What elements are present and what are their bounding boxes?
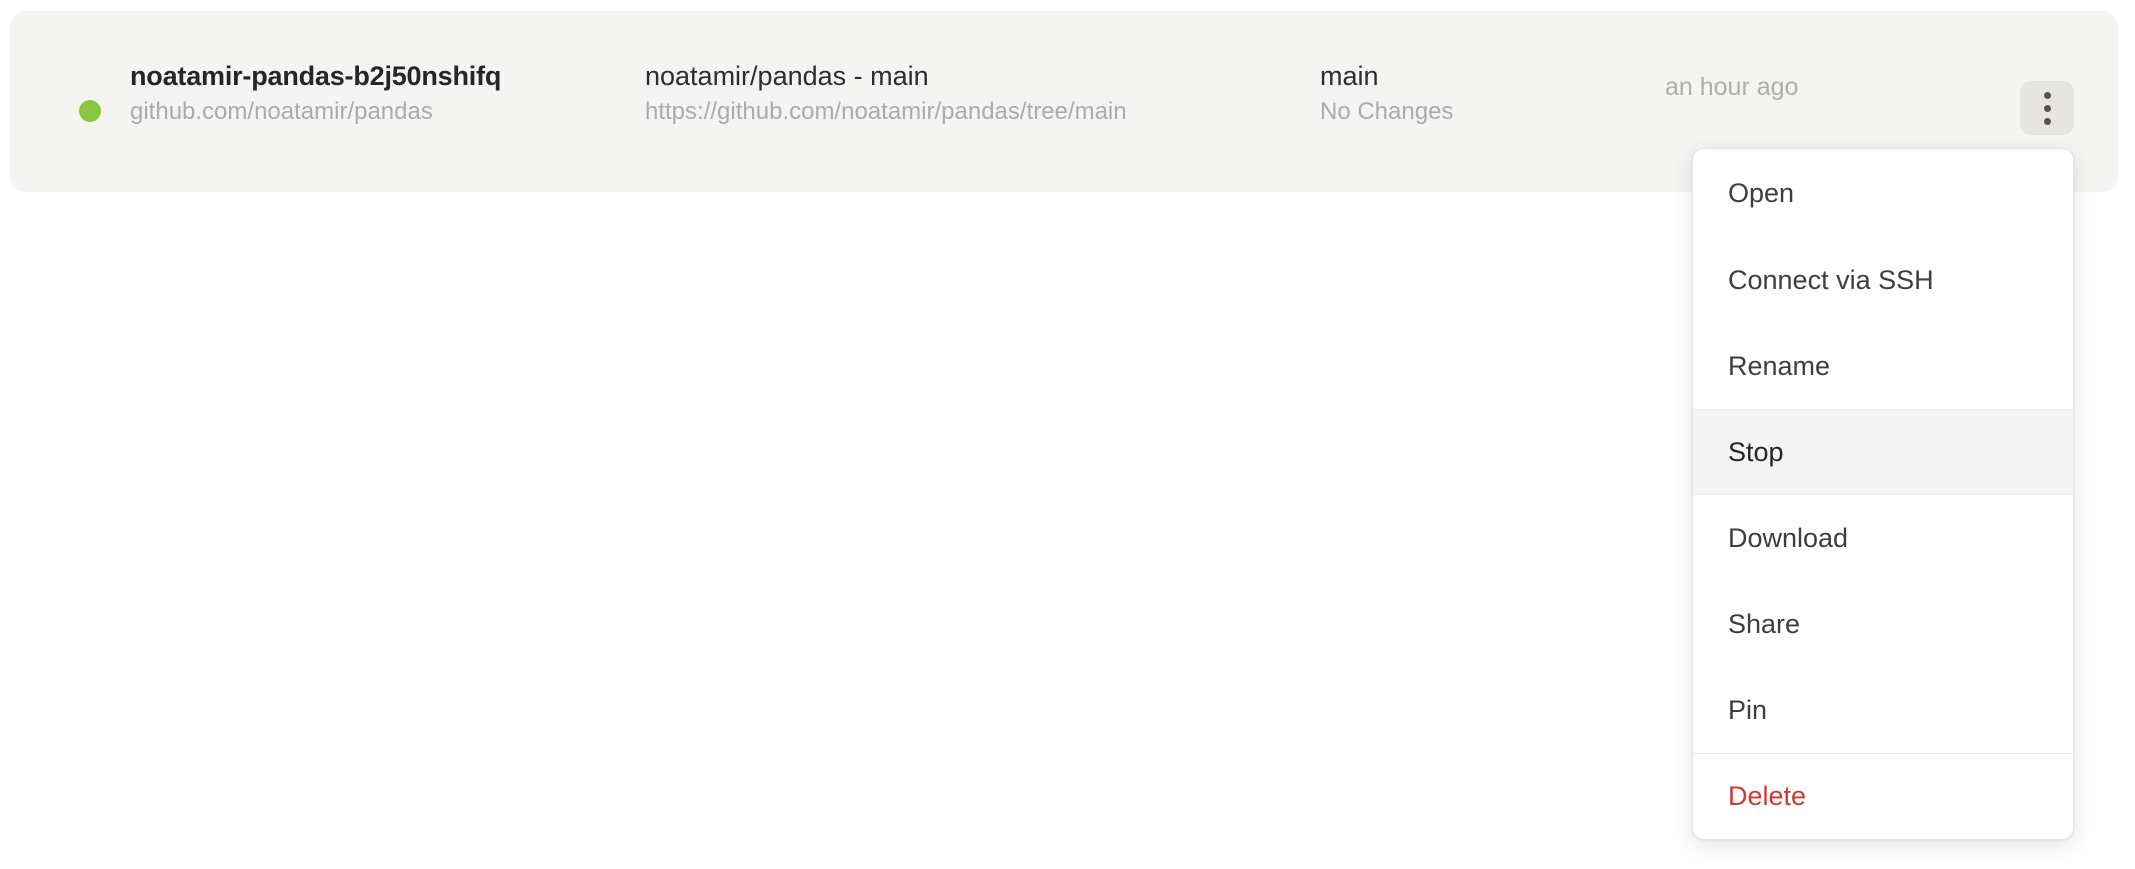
kebab-menu-icon — [2043, 91, 2051, 99]
menu-item-open[interactable]: Open — [1693, 149, 2073, 237]
workspace-changes: No Changes — [1320, 98, 1454, 125]
menu-item-delete[interactable]: Delete — [1693, 753, 2073, 839]
workspace-updated: an hour ago — [1665, 73, 1799, 101]
menu-item-connect-via-ssh[interactable]: Connect via SSH — [1693, 237, 2073, 323]
workspace-name: noatamir-pandas-b2j50nshifq — [130, 61, 502, 91]
kebab-menu-icon-dot — [2043, 104, 2051, 112]
kebab-menu-button[interactable] — [2020, 81, 2074, 135]
kebab-menu-icon-dot — [2043, 117, 2051, 125]
menu-item-download[interactable]: Download — [1693, 495, 2073, 581]
workspace-name-column: noatamir-pandas-b2j50nshifq github.com/n… — [130, 11, 502, 192]
menu-item-stop[interactable]: Stop — [1693, 409, 2073, 495]
workspace-repo-url: https://github.com/noatamir/pandas/tree/… — [645, 98, 1127, 125]
workspace-context-menu: Open Connect via SSH Rename Stop Download Sha… — [1692, 148, 2074, 840]
menu-item-rename[interactable]: Rename — [1693, 323, 2073, 409]
menu-item-share[interactable]: Share — [1693, 581, 2073, 667]
workspace-branch-column: main No Changes — [1320, 11, 1620, 192]
menu-item-pin[interactable]: Pin — [1693, 667, 2073, 753]
workspace-host: github.com/noatamir/pandas — [130, 98, 433, 125]
workspace-branch: main — [1320, 61, 1379, 91]
status-dot-icon — [79, 100, 101, 122]
workspace-repo-title: noatamir/pandas - main — [645, 61, 929, 91]
workspace-repo-column: noatamir/pandas - main https://github.co… — [645, 11, 1265, 192]
